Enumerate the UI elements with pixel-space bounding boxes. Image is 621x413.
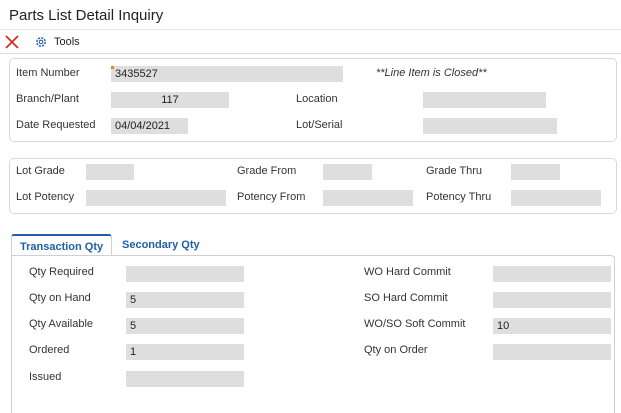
tab-secondary-qty[interactable]: Secondary Qty (114, 234, 208, 256)
tools-menu-button[interactable]: Tools (34, 34, 80, 50)
date-requested-field[interactable]: 04/04/2021 (111, 118, 188, 134)
ordered-label: Ordered (29, 344, 70, 356)
location-field[interactable] (423, 92, 546, 108)
qty-required-field[interactable] (126, 266, 244, 282)
close-x-icon[interactable] (4, 34, 20, 50)
qty-available-field[interactable]: 5 (126, 318, 244, 334)
qty-on-hand-label: Qty on Hand (29, 292, 91, 304)
lot-serial-field[interactable] (423, 118, 557, 134)
so-hard-commit-label: SO Hard Commit (364, 292, 448, 304)
item-number-field[interactable]: 3435527 (111, 66, 343, 82)
qty-required-label: Qty Required (29, 266, 94, 278)
branch-plant-label: Branch/Plant (16, 93, 79, 105)
grade-from-field[interactable] (323, 164, 372, 180)
grade-from-label: Grade From (237, 165, 297, 177)
page-title: Parts List Detail Inquiry (9, 7, 164, 24)
wo-so-soft-commit-field[interactable]: 10 (493, 318, 611, 334)
gear-icon (36, 37, 46, 47)
qty-on-order-label: Qty on Order (364, 344, 428, 356)
issued-field[interactable] (126, 371, 244, 387)
header-panel: Item Number 3435527 **Line Item is Close… (9, 58, 617, 142)
so-hard-commit-field[interactable] (493, 292, 611, 308)
wo-hard-commit-field[interactable] (493, 266, 611, 282)
branch-plant-field[interactable]: 117 (111, 92, 229, 108)
tools-label: Tools (54, 36, 80, 48)
issued-label: Issued (29, 371, 62, 383)
lot-potency-label: Lot Potency (16, 191, 75, 203)
toolbar: Tools (0, 30, 621, 54)
closed-note: **Line Item is Closed** (376, 67, 487, 79)
wo-so-soft-commit-label: WO/SO Soft Commit (364, 318, 466, 330)
location-label: Location (296, 93, 338, 105)
date-requested-label: Date Requested (16, 119, 96, 131)
qty-on-order-field[interactable] (493, 344, 611, 360)
grade-thru-field[interactable] (511, 164, 560, 180)
lot-serial-label: Lot/Serial (296, 119, 343, 131)
lot-grade-field[interactable] (86, 164, 134, 180)
potency-thru-label: Potency Thru (426, 191, 492, 203)
qty-on-hand-field[interactable]: 5 (126, 292, 244, 308)
required-marker (111, 66, 114, 69)
grade-panel: Lot Grade Grade From Grade Thru Lot Pote… (9, 158, 617, 214)
transaction-qty-panel: Qty Required Qty on Hand 5 Qty Available… (11, 255, 615, 413)
lot-grade-label: Lot Grade (16, 165, 65, 177)
title-bar: Parts List Detail Inquiry (0, 0, 621, 30)
ordered-field[interactable]: 1 (126, 344, 244, 360)
qty-available-label: Qty Available (29, 318, 94, 330)
potency-thru-field[interactable] (511, 190, 601, 206)
potency-from-field[interactable] (323, 190, 413, 206)
tab-transaction-qty[interactable]: Transaction Qty (11, 234, 112, 256)
wo-hard-commit-label: WO Hard Commit (364, 266, 451, 278)
potency-from-label: Potency From (237, 191, 306, 203)
lot-potency-field[interactable] (86, 190, 226, 206)
item-number-label: Item Number (16, 67, 80, 79)
grade-thru-label: Grade Thru (426, 165, 483, 177)
